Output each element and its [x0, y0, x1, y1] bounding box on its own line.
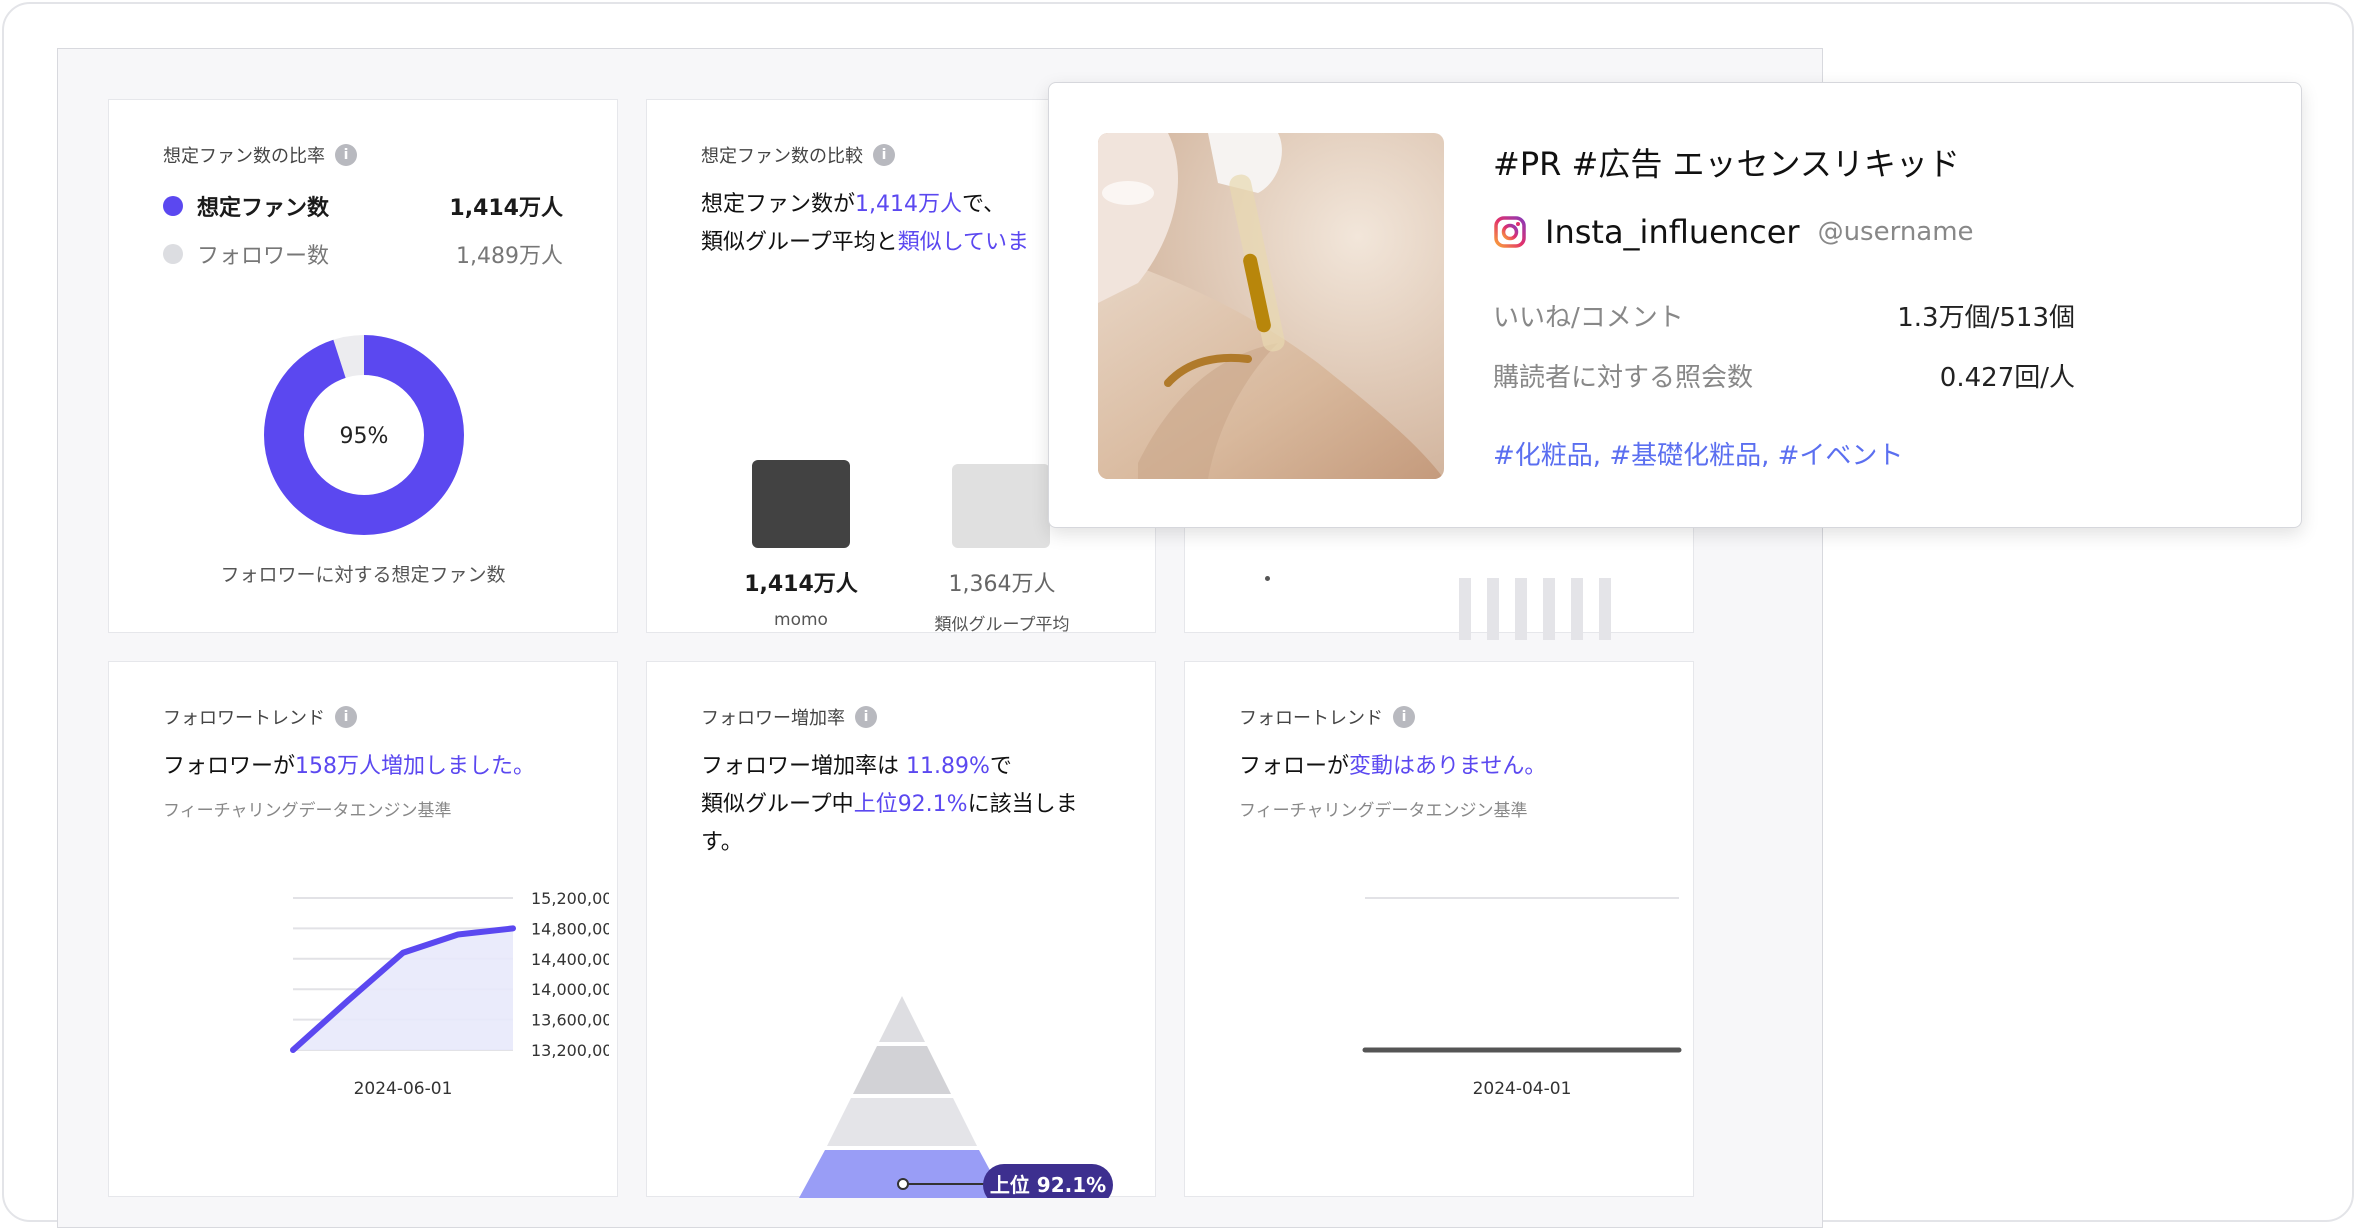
follower-trend-headline: フォロワーが158万人増加しました。: [163, 748, 535, 786]
pyramid-level-4: [799, 1150, 1005, 1198]
pyramid-badge-label: 上位 92.1%: [990, 1173, 1106, 1197]
follower-trend-title: フォロワートレンド i: [163, 704, 357, 730]
compare-bar-value-momo: 1,414万人: [744, 572, 858, 597]
post-image[interactable]: [1098, 133, 1444, 479]
y-tick-label: 15,200,000: [531, 889, 609, 908]
compare-bar-value-average: 1,364万人: [948, 572, 1056, 597]
hidden-chart-bar: [1515, 578, 1527, 640]
compare-bar-label-average: 類似グループ平均: [934, 615, 1070, 635]
legend-value-followers: 1,489万人: [456, 244, 563, 269]
hidden-chart-bar: [1459, 578, 1471, 640]
post-popup[interactable]: #PR #広告 エッセンスリキッド Insta_influencer @user…: [1048, 82, 2302, 528]
follow-trend-title-text: フォロートレンド: [1239, 708, 1383, 729]
fan-compare-text: 類似グループ平均と: [701, 230, 898, 255]
fan-ratio-card: 想定ファン数の比率 i 想定ファン数 1,414万人 フォロワー数 1,489万…: [108, 99, 618, 633]
hidden-chart-bar: [1543, 578, 1555, 640]
follow-trend-text: フォローが: [1239, 754, 1350, 779]
legend-dot-followers: [163, 244, 183, 264]
post-image-graphic: [1098, 133, 1444, 479]
info-icon[interactable]: i: [335, 706, 357, 728]
hidden-chart-bar: [1487, 578, 1499, 640]
fan-compare-highlight: 類似していま: [897, 230, 1030, 255]
compare-bar-momo: [752, 460, 850, 548]
pyramid-level-2: [853, 1046, 951, 1094]
data-point: [1678, 1049, 1680, 1051]
data-point: [292, 1049, 294, 1051]
y-tick-label: 13,600,000: [531, 1011, 609, 1030]
stat-value-likes: 1.3万個/513個: [1897, 303, 2075, 333]
hidden-chart-bar: [1571, 578, 1583, 640]
pyramid-marker-dot: [897, 1178, 909, 1190]
fan-compare-title-text: 想定ファン数の比較: [701, 146, 863, 167]
account-handle: @username: [1817, 217, 1974, 247]
data-point: [347, 1000, 349, 1002]
pyramid-level-1: [879, 996, 925, 1042]
x-tick-label: 2024-04-01: [1473, 1079, 1572, 1099]
growth-pyramid: 上位 92.1%: [799, 996, 1113, 1198]
follower-trend-text: フォロワーが: [163, 754, 296, 779]
fan-ratio-donut: 95%: [264, 335, 464, 535]
post-title: #PR #広告 エッセンスリキッド: [1493, 145, 1960, 183]
fan-compare-highlight: 1,414万人: [855, 192, 962, 217]
follow-trend-highlight: 変動はありません。: [1349, 754, 1547, 779]
fan-ratio-title-text: 想定ファン数の比率: [163, 146, 325, 167]
fan-compare-text: 想定ファン数が: [701, 192, 856, 217]
follower-trend-title-text: フォロワートレンド: [163, 708, 325, 729]
info-icon[interactable]: i: [873, 144, 895, 166]
stat-value-views: 0.427回/人: [1939, 363, 2075, 393]
fan-compare-title: 想定ファン数の比較 i: [701, 142, 895, 168]
y-tick-label: 14,000,000: [531, 980, 609, 999]
follow-trend-chart: 102024-04-01: [1362, 897, 1682, 1099]
instagram-icon: [1494, 216, 1526, 248]
legend-fans: 想定ファン数 1,414万人: [163, 190, 563, 222]
account-row[interactable]: Insta_influencer @username: [1493, 213, 1974, 251]
follower-trend-chart: 15,200,000 14,800,000 14,400,000 14,000,000…: [290, 889, 609, 1099]
donut-center-label: 95%: [340, 424, 389, 449]
fan-compare-headline-2: 類似グループ平均と類似していま: [701, 224, 1029, 262]
follower-growth-card: フォロワー増加率 i フォロワー増加率は 11.89%で 類似グループ中上位92…: [646, 661, 1156, 1198]
follow-trend-headline: フォローが変動はありません。: [1239, 748, 1546, 786]
x-tick-label: 2024-06-01: [354, 1079, 453, 1099]
data-point: [1364, 1049, 1366, 1051]
legend-dot-fans: [163, 196, 183, 216]
compare-bar-average: [952, 464, 1050, 548]
legend-value-fans: 1,414万人: [449, 196, 563, 221]
info-icon[interactable]: i: [1393, 706, 1415, 728]
y-tick-label: 13,200,000: [531, 1041, 609, 1060]
fan-ratio-caption: フォロワーに対する想定ファン数: [220, 564, 506, 586]
data-point: [1521, 1049, 1523, 1051]
fan-compare-text: で、: [962, 192, 1006, 217]
info-icon[interactable]: i: [335, 144, 357, 166]
follower-trend-note: フィーチャリングデータエンジン基準: [163, 801, 452, 821]
follow-trend-note: フィーチャリングデータエンジン基準: [1239, 801, 1528, 821]
legend-followers: フォロワー数 1,489万人: [163, 238, 563, 270]
y-tick-label: 14,400,000: [531, 950, 609, 969]
hidden-chart-bar: [1599, 578, 1611, 640]
fan-compare-headline-1: 想定ファン数が1,414万人で、: [701, 186, 1005, 224]
stat-label-likes: いいね/コメント: [1493, 303, 1684, 333]
stat-label-views: 購読者に対する照会数: [1493, 363, 1754, 393]
y-tick-label: 14,800,000: [531, 919, 609, 938]
hidden-chart-dot: [1265, 576, 1270, 581]
fan-ratio-title: 想定ファン数の比率 i: [163, 142, 357, 168]
legend-label-followers: フォロワー数: [197, 244, 330, 269]
follow-trend-card: フォロートレンド i フォローが変動はありません。 フィーチャリングデータエンジ…: [1184, 661, 1694, 1197]
pyramid-level-3: [827, 1098, 977, 1146]
follower-trend-card: フォロワートレンド i フォロワーが158万人増加しました。 フィーチャリングデ…: [108, 661, 618, 1197]
data-point: [402, 952, 404, 954]
follower-trend-highlight: 158万人増加しました。: [295, 754, 536, 779]
account-name[interactable]: Insta_influencer: [1545, 213, 1800, 251]
follow-trend-title: フォロートレンド i: [1239, 704, 1415, 730]
data-point: [457, 933, 459, 935]
legend-label-fans: 想定ファン数: [197, 196, 330, 221]
data-point: [512, 927, 514, 929]
post-tags[interactable]: #化粧品, #基礎化粧品, #イベント: [1493, 435, 1903, 472]
compare-bar-label-momo: momo: [774, 610, 828, 630]
